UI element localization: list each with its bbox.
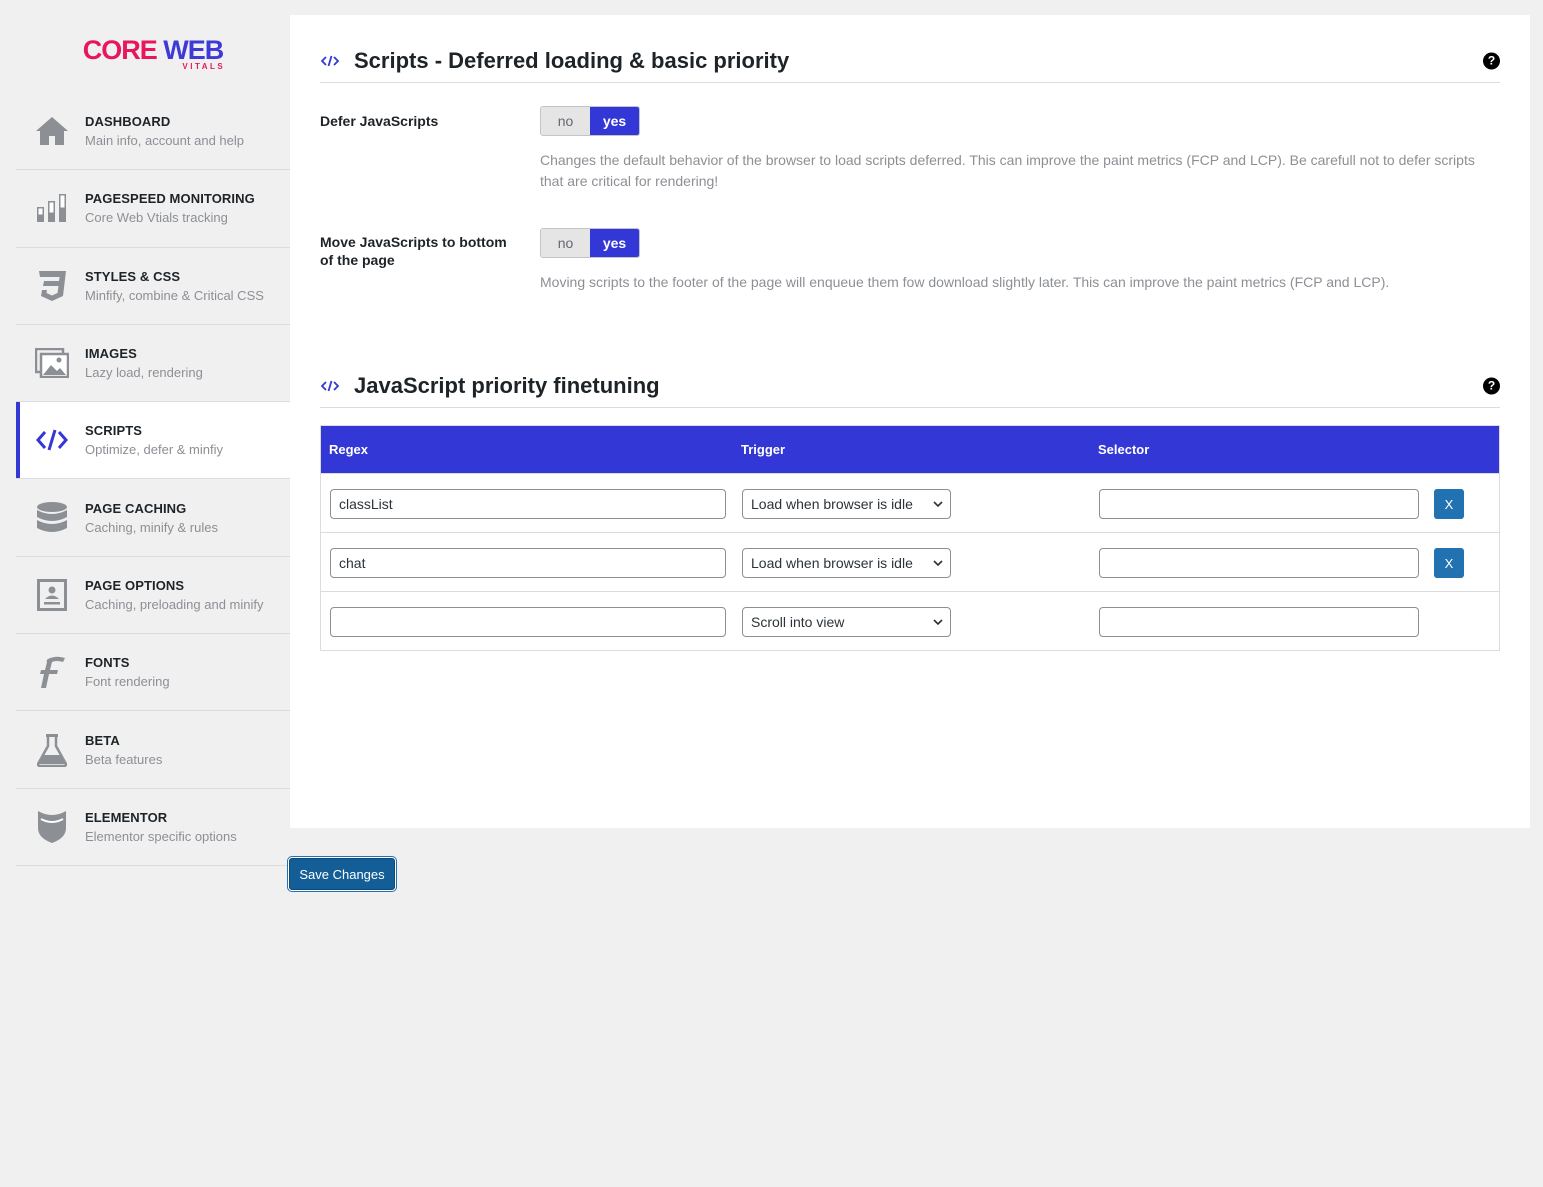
remove-row-button[interactable]: X [1434, 548, 1464, 578]
trigger-select-value: Scroll into view [751, 614, 845, 630]
sidebar-item-subtitle: Minfify, combine & Critical CSS [85, 287, 264, 303]
code-icon [34, 422, 70, 458]
sidebar-item-page-options[interactable]: PAGE OPTIONS Caching, preloading and mini… [16, 557, 290, 635]
logo[interactable]: CORE WEB VITALS [16, 15, 290, 93]
table-row: chat Load when browser is idle X [321, 532, 1499, 591]
sidebar-item-elementor[interactable]: ELEMENTOR Elementor specific options [16, 789, 290, 866]
sidebar-item-subtitle: Optimize, defer & minfiy [85, 442, 223, 458]
chevron-down-icon [933, 501, 943, 508]
database-icon [34, 500, 70, 536]
logo-web-text: WEB [163, 34, 224, 65]
trigger-select[interactable]: Scroll into view [742, 607, 951, 637]
sidebar-item-page-caching[interactable]: PAGE CACHING Caching, minify & rules [16, 479, 290, 557]
column-header-trigger: Trigger [741, 442, 786, 457]
section-header-scripts: Scripts - Deferred loading & basic prior… [320, 39, 1500, 83]
selector-input[interactable] [1099, 607, 1419, 637]
setting-label: Move JavaScripts to bottom of the page [320, 234, 507, 268]
main-panel: Scripts - Deferred loading & basic prior… [290, 15, 1530, 828]
toggle-no-option[interactable]: no [541, 229, 590, 257]
elementor-icon [34, 809, 70, 845]
sidebar-item-subtitle: Elementor specific options [85, 828, 237, 844]
save-changes-button[interactable]: Save Changes [289, 858, 395, 890]
table-header: Regex Trigger Selector [321, 426, 1499, 473]
sidebar-item-dashboard[interactable]: DASHBOARD Main info, account and help [16, 93, 290, 171]
priority-table: Regex Trigger Selector classList Load wh… [320, 425, 1500, 651]
selector-input[interactable] [1099, 489, 1419, 519]
regex-input[interactable]: chat [330, 548, 726, 578]
defer-js-toggle[interactable]: no yes [540, 106, 640, 136]
image-icon [34, 345, 70, 381]
chevron-down-icon [933, 560, 943, 567]
sidebar-item-styles[interactable]: STYLES & CSS Minfify, combine & Critical … [16, 248, 290, 325]
sidebar-item-title: FONTS [85, 655, 130, 671]
trigger-select[interactable]: Load when browser is idle [742, 548, 951, 578]
setting-description: Moving scripts to the footer of the page… [540, 274, 1390, 290]
css3-icon [34, 268, 70, 304]
sidebar-item-subtitle: Lazy load, rendering [85, 365, 203, 381]
sidebar-item-title: SCRIPTS [85, 423, 143, 439]
trigger-select-value: Load when browser is idle [751, 555, 913, 571]
sidebar-item-pagespeed[interactable]: PAGESPEED MONITORING Core Web Vtials trac… [16, 170, 290, 248]
sidebar-item-images[interactable]: IMAGES Lazy load, rendering [16, 325, 290, 403]
remove-row-button[interactable]: X [1434, 489, 1464, 519]
regex-input[interactable] [330, 607, 726, 637]
sidebar-item-subtitle: Caching, minify & rules [85, 519, 218, 535]
code-icon [320, 51, 340, 71]
sidebar-item-subtitle: Beta features [85, 751, 163, 767]
sidebar-item-subtitle: Font rendering [85, 674, 170, 690]
help-icon[interactable]: ? [1483, 377, 1500, 394]
bar-chart-icon [34, 190, 70, 226]
toggle-no-option[interactable]: no [541, 107, 590, 135]
font-icon [34, 654, 70, 690]
section-title: JavaScript priority finetuning [354, 372, 660, 398]
table-row: Scroll into view [321, 591, 1499, 650]
sidebar-item-title: IMAGES [85, 346, 137, 362]
sidebar-item-subtitle: Caching, preloading and minify [85, 596, 264, 612]
page-icon [34, 577, 70, 613]
sidebar-item-title: DASHBOARD [85, 114, 171, 130]
column-header-selector: Selector [1098, 442, 1150, 457]
trigger-select[interactable]: Load when browser is idle [742, 489, 951, 519]
setting-label: Defer JavaScripts [320, 113, 439, 129]
sidebar-item-beta[interactable]: BETA Beta features [16, 711, 290, 789]
logo-core-text: CORE [82, 34, 158, 65]
sidebar-item-title: PAGE OPTIONS [85, 577, 185, 593]
setting-description: Changes the default behavior of the brow… [540, 152, 1475, 189]
selector-input[interactable] [1099, 548, 1419, 578]
sidebar-item-title: STYLES & CSS [85, 268, 181, 284]
toggle-yes-option[interactable]: yes [590, 229, 639, 257]
sidebar-item-title: PAGE CACHING [85, 500, 187, 516]
table-row: classList Load when browser is idle X [321, 473, 1499, 532]
chevron-down-icon [933, 619, 943, 626]
help-icon[interactable]: ? [1483, 52, 1500, 69]
sidebar: CORE WEB VITALS DASHBOARD Main info, acco… [16, 15, 290, 866]
flask-icon [34, 732, 70, 768]
column-header-regex: Regex [329, 442, 369, 457]
sidebar-item-fonts[interactable]: FONTS Font rendering [16, 634, 290, 712]
logo-sub-text: VITALS [182, 61, 226, 71]
toggle-yes-option[interactable]: yes [590, 107, 639, 135]
section-title: Scripts - Deferred loading & basic prior… [354, 47, 790, 73]
section-header-priority: JavaScript priority finetuning ? [320, 364, 1500, 408]
sidebar-item-subtitle: Core Web Vtials tracking [85, 210, 228, 226]
sidebar-item-title: ELEMENTOR [85, 809, 168, 825]
regex-input[interactable]: classList [330, 489, 726, 519]
sidebar-item-scripts[interactable]: SCRIPTS Optimize, defer & minfiy [16, 402, 290, 480]
sidebar-item-title: PAGESPEED MONITORING [85, 191, 255, 207]
code-icon [320, 376, 340, 396]
sidebar-item-title: BETA [85, 732, 120, 748]
sidebar-item-subtitle: Main info, account and help [85, 133, 244, 149]
trigger-select-value: Load when browser is idle [751, 496, 913, 512]
home-icon [34, 113, 70, 149]
move-js-toggle[interactable]: no yes [540, 228, 640, 258]
